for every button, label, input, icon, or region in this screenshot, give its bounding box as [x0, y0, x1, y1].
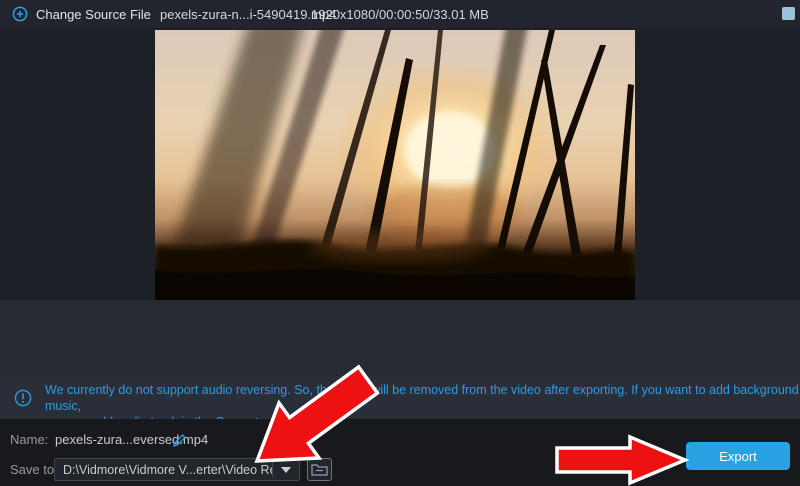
folder-icon [311, 463, 328, 476]
preview-area [0, 28, 800, 300]
name-label: Name: [10, 432, 48, 447]
dropdown-arrow-icon[interactable] [273, 467, 299, 473]
source-filename: pexels-zura-n...i-5490419.mp4 [160, 7, 336, 22]
video-reverser-window: Change Source File pexels-zura-n...i-549… [0, 0, 800, 486]
playback-controls: 00:00:37.09/00:00:50.00 [ Set Start Dura… [0, 300, 800, 376]
plus-circle-icon [12, 6, 28, 22]
save-to-label: Save to: [10, 462, 58, 477]
sunset-grass-video-still [155, 30, 635, 300]
header-bar: Change Source File pexels-zura-n...i-549… [0, 0, 800, 28]
notice-line1: We currently do not support audio revers… [45, 382, 800, 414]
source-file-info: 1920x1080/00:00:50/33.01 MB [311, 7, 489, 22]
export-button[interactable]: Export [686, 442, 790, 470]
save-path-value: D:\Vidmore\Vidmore V...erter\Video Rever… [55, 463, 272, 477]
save-path-dropdown[interactable]: D:\Vidmore\Vidmore V...erter\Video Rever… [54, 458, 300, 481]
edit-name-icon[interactable] [172, 433, 187, 448]
change-source-file-button[interactable]: Change Source File [12, 6, 151, 22]
exclamation-circle-icon [14, 389, 32, 407]
change-source-file-label: Change Source File [36, 7, 151, 22]
video-frame [155, 30, 635, 300]
browse-folder-button[interactable] [307, 458, 332, 481]
export-panel: Name: pexels-zura...eversed.mp4 Save to:… [0, 419, 800, 486]
audio-notice: We currently do not support audio revers… [0, 376, 800, 419]
window-corner-icon[interactable] [782, 7, 795, 20]
